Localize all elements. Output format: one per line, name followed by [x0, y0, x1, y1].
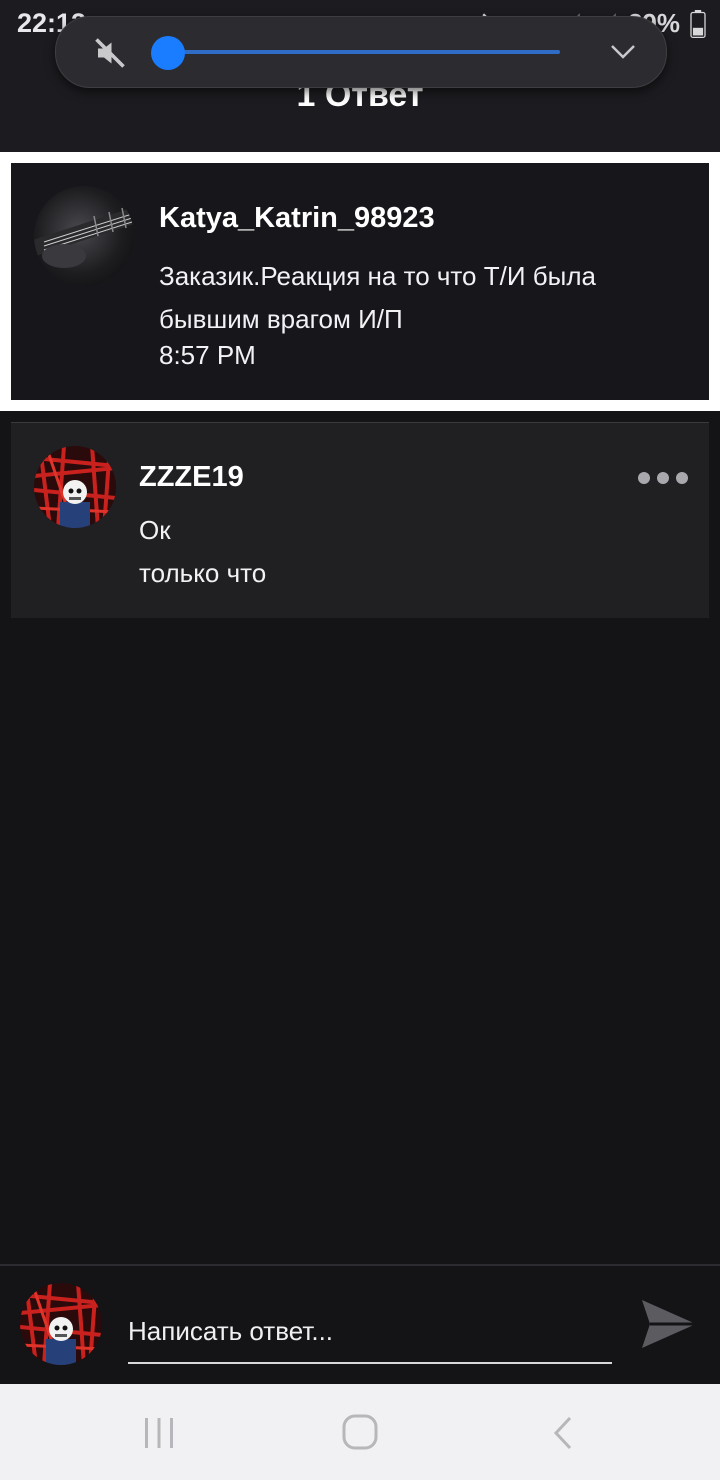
dot: [657, 472, 669, 484]
battery-icon: [690, 9, 706, 38]
avatar[interactable]: [34, 186, 134, 286]
home-icon[interactable]: [340, 1412, 380, 1452]
chevron-down-icon[interactable]: [608, 39, 638, 63]
mute-icon[interactable]: [92, 35, 128, 71]
reply-time: только что: [139, 558, 267, 588]
dot: [638, 472, 650, 484]
post-author[interactable]: Katya_Katrin_98923: [159, 202, 435, 235]
post-time: 8:57 PM: [159, 340, 256, 370]
reply-input[interactable]: [128, 1300, 612, 1364]
post-text: Заказик.Реакция на то что Т/И была бывши…: [159, 261, 596, 334]
red-skeleton-art: [34, 446, 116, 528]
dot: [676, 472, 688, 484]
volume-slider[interactable]: [168, 50, 560, 54]
red-skeleton-art: [20, 1283, 102, 1365]
volume-panel: [55, 16, 667, 88]
avatar[interactable]: [34, 446, 116, 528]
more-horizontal-icon[interactable]: [638, 468, 690, 488]
reply-text: Ок: [139, 515, 171, 545]
avatar: [20, 1283, 102, 1365]
reply-item: [11, 422, 709, 618]
guitar-photo: [34, 207, 133, 268]
volume-slider-handle[interactable]: [151, 36, 185, 70]
send-icon[interactable]: [640, 1296, 698, 1352]
back-icon[interactable]: [548, 1414, 578, 1452]
recents-icon[interactable]: [142, 1416, 176, 1450]
reply-author[interactable]: ZZZE19: [139, 461, 244, 494]
